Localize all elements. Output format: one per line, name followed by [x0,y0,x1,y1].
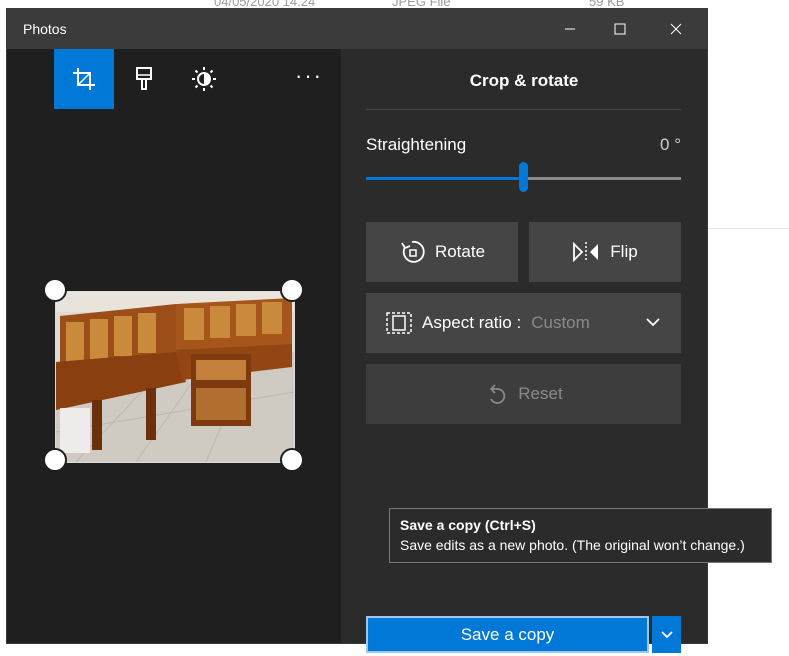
save-copy-button[interactable]: Save a copy [366,616,649,653]
rotate-button[interactable]: Rotate [366,222,518,282]
chevron-down-icon [660,630,673,638]
crop-handle-top-left[interactable] [43,278,67,302]
tooltip-body: Save edits as a new photo. (The original… [400,537,745,553]
reset-label: Reset [518,384,563,403]
straightening-value: 0 ° [660,135,681,154]
background-divider [708,228,789,229]
aspect-ratio-value: Custom [531,313,590,332]
straightening-label: Straightening [366,135,467,154]
photo-preview [55,291,295,463]
background-file-date: 04/05/2020 14.24 [214,0,316,9]
rotate-label: Rotate [434,242,486,261]
crop-icon [73,68,95,90]
chevron-down-icon [646,318,660,327]
close-button[interactable] [653,9,699,49]
flip-icon [573,242,599,262]
adjustments-tool-button[interactable] [174,49,234,109]
panel-divider [366,109,681,110]
save-copy-label: Save a copy [460,624,555,644]
reset-button[interactable]: Reset [366,364,681,424]
image-canvas: ··· [7,49,341,643]
background-file-size: 59 KB [589,0,625,9]
crop-tool-button[interactable] [54,49,114,109]
save-copy-tooltip: Save a copy (Ctrl+S) Save edits as a new… [389,508,772,563]
slider-fill [366,177,524,180]
crop-handle-top-right[interactable] [280,278,304,302]
save-options-dropdown[interactable] [652,616,681,653]
flip-label: Flip [610,242,638,261]
maximize-icon [614,23,626,35]
panel-title: Crop & rotate [469,71,579,90]
background-file-type: JPEG File [392,0,451,9]
title-bar[interactable]: Photos [7,9,707,49]
crop-handle-bottom-left[interactable] [43,448,67,472]
rotate-icon [401,240,425,263]
aspect-ratio-icon [386,312,412,334]
window-title: Photos [23,21,67,37]
filters-icon [136,67,152,90]
tooltip-title: Save a copy (Ctrl+S) [400,517,536,533]
maximize-button[interactable] [597,9,643,49]
filters-tool-button[interactable] [114,49,174,109]
minimize-button[interactable] [547,9,593,49]
more-options-button[interactable]: ··· [289,63,329,93]
crop-handle-bottom-right[interactable] [280,448,304,472]
furniture-photo [56,292,294,462]
slider-thumb[interactable] [519,162,528,192]
minimize-icon [565,28,575,30]
close-icon [670,23,682,35]
adjustments-icon [192,67,216,91]
flip-button[interactable]: Flip [529,222,681,282]
aspect-ratio-label: Aspect ratio : [422,313,522,332]
undo-icon [490,384,506,404]
aspect-ratio-dropdown[interactable]: Aspect ratio : Custom [366,293,681,353]
